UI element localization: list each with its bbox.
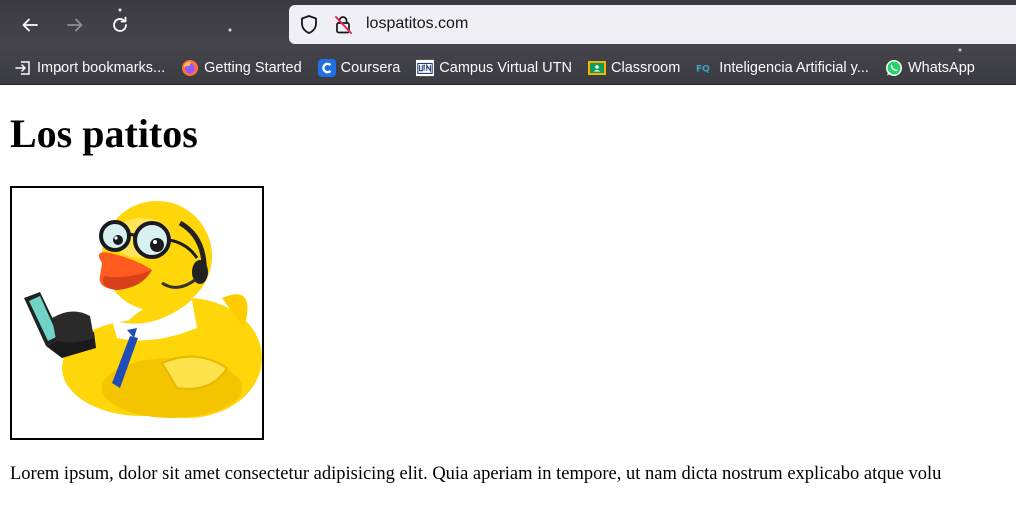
url-text[interactable]: lospatitos.com [366,15,468,33]
svg-text:FQ: FQ [696,65,710,75]
bookmark-whatsapp[interactable]: WhatsApp [885,56,975,80]
bookmark-label: WhatsApp [907,60,975,76]
bookmark-label: Getting Started [204,60,302,76]
bookmark-getting-started[interactable]: Getting Started [181,56,302,80]
bookmark-label: Campus Virtual UTN [439,60,572,76]
tracking-protection-shield-icon[interactable] [299,14,319,40]
bookmark-label: Import bookmarks... [37,60,166,76]
classroom-icon [588,59,606,77]
bookmark-classroom[interactable]: Classroom [588,56,680,80]
fq-icon: FQ [696,59,714,77]
lorem-paragraph: Lorem ipsum, dolor sit amet consectetur … [10,464,942,484]
bookmark-label: Inteligencia Artificial y... [719,60,869,76]
firefox-icon [181,59,199,77]
duck-image [10,186,264,440]
url-bar[interactable]: lospatitos.com [289,5,1016,44]
forward-button[interactable] [60,10,90,40]
reload-icon [110,15,130,35]
bookmarks-toolbar: Import bookmarks... Getting Started Cour… [0,52,1016,84]
import-icon [14,59,32,77]
page-title: Los patitos [10,111,198,156]
coursera-icon [317,59,336,77]
bookmark-label: Coursera [340,60,401,76]
rubber-duck-illustration [24,201,262,418]
browser-chrome: lospatitos.com Import bookmarks... Getti… [0,0,1016,85]
whatsapp-icon [885,59,903,77]
bookmark-label: Classroom [611,60,681,76]
utn-icon [416,59,435,77]
arrow-right-icon [65,15,85,35]
bookmark-import[interactable]: Import bookmarks... [14,56,165,80]
page-content: Los patitos Lorem ipsum, dolor sit amet … [0,86,1016,526]
arrow-left-icon [20,15,40,35]
bookmark-inteligencia-artificial[interactable]: FQ Inteligencia Artificial y... [696,56,869,80]
reload-button[interactable] [105,10,135,40]
insecure-lock-icon[interactable] [333,14,353,40]
bookmark-coursera[interactable]: Coursera [317,56,401,80]
bookmark-campus-virtual-utn[interactable]: Campus Virtual UTN [416,56,572,80]
back-button[interactable] [15,10,45,40]
